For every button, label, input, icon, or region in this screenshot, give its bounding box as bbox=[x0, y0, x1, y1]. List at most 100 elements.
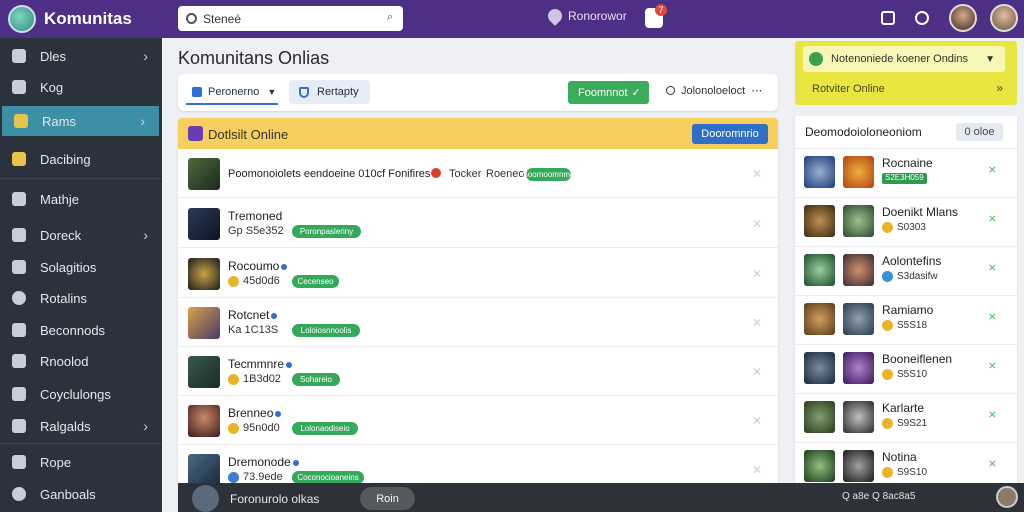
top-bar: Komunitas ⌕ Ronorowor 7 bbox=[0, 0, 1024, 38]
close-icon[interactable]: ⨯ bbox=[988, 212, 997, 225]
search-input[interactable] bbox=[203, 11, 373, 26]
more-options[interactable]: Jolonoloeloct ⋯ bbox=[666, 84, 762, 97]
friend-meta: S3dasifw bbox=[882, 271, 938, 282]
friends-filter-button[interactable]: 0 oloe bbox=[956, 123, 1003, 141]
filter-dropdown[interactable]: Peronerno ▼ bbox=[186, 81, 278, 105]
friend-name: Notina bbox=[882, 450, 917, 464]
close-icon[interactable]: ⨯ bbox=[988, 457, 997, 470]
close-icon[interactable]: ⨯ bbox=[752, 462, 762, 476]
friend-row[interactable]: Booneiflenen S5S10 ⨯ bbox=[795, 344, 1017, 392]
friend-row[interactable]: Karlarte S9S21 ⨯ bbox=[795, 393, 1017, 441]
sidebar-item-solagitios[interactable]: Solagitios bbox=[0, 252, 162, 282]
list-item[interactable]: Dremonode 73.9ede Coconocioaneins ⨯ bbox=[178, 445, 778, 488]
close-icon[interactable]: ⨯ bbox=[752, 166, 762, 180]
row-title: Poomonoiolets eendoeine 010cf Fonifires bbox=[228, 168, 431, 180]
close-icon[interactable]: ⨯ bbox=[988, 163, 997, 176]
window-icon[interactable] bbox=[881, 11, 895, 25]
current-user-avatar[interactable] bbox=[192, 485, 219, 512]
list-item[interactable]: Tecmmnre 1B3d02 Sohareio ⨯ bbox=[178, 347, 778, 396]
sidebar-item-rnoolod[interactable]: Rnoolod bbox=[0, 346, 162, 376]
friend-game-avatar bbox=[843, 352, 874, 384]
sidebar-item-coyclulongs[interactable]: Coyclulongs bbox=[0, 379, 162, 409]
add-button[interactable]: Foomnnot ✓ bbox=[568, 81, 649, 104]
join-button[interactable]: Roin bbox=[360, 487, 415, 510]
list-item[interactable]: Brenneo 95n0d0 Lolonaodiseio ⨯ bbox=[178, 396, 778, 445]
coin-icon bbox=[228, 373, 239, 385]
coin-icon bbox=[882, 271, 893, 282]
close-icon[interactable]: ⨯ bbox=[752, 315, 762, 329]
friends-title: Deomodoioloneoniom bbox=[805, 125, 922, 139]
friend-avatar bbox=[804, 205, 835, 237]
sidebar-item-dacibing[interactable]: Dacibing bbox=[0, 144, 162, 174]
sidebar-item-rams[interactable]: Rams › bbox=[2, 106, 159, 136]
list-header: Dotlsilt Online Dooromnrio bbox=[178, 118, 778, 149]
row-extra: Tocker bbox=[449, 168, 482, 180]
close-icon[interactable]: ⨯ bbox=[988, 408, 997, 421]
sidebar-item-dles[interactable]: Dles › bbox=[0, 41, 162, 71]
friend-game-avatar bbox=[843, 156, 874, 188]
close-icon[interactable]: ⨯ bbox=[988, 310, 997, 323]
list-item[interactable]: Poomonoiolets eendoeine 010cf Fonifires … bbox=[178, 149, 778, 198]
row-title: Rocoumo bbox=[228, 259, 288, 273]
friend-row[interactable]: Rocnaine S2E3H059 ⨯ bbox=[795, 148, 1017, 196]
close-icon[interactable]: ⨯ bbox=[752, 364, 762, 378]
chart-icon bbox=[12, 419, 26, 433]
row-meta: Ka 1C13S bbox=[228, 324, 279, 336]
friend-game-avatar bbox=[843, 450, 874, 482]
double-chevron-icon[interactable]: » bbox=[996, 81, 1003, 95]
friend-row[interactable]: Doenikt Mlans S0303 ⨯ bbox=[795, 197, 1017, 245]
coin-icon bbox=[228, 422, 239, 434]
filter-icon bbox=[192, 87, 202, 97]
sidebar-item-kog[interactable]: Kog bbox=[0, 72, 162, 102]
group-icon bbox=[188, 126, 203, 141]
profile-avatar[interactable] bbox=[990, 4, 1018, 32]
close-icon[interactable]: ⨯ bbox=[752, 216, 762, 230]
bottom-status-icons[interactable]: Q a8e Q 8ac8a5 bbox=[842, 491, 915, 502]
list-header-button[interactable]: Dooromnrio bbox=[692, 124, 768, 144]
chevron-right-icon: › bbox=[143, 48, 148, 64]
status-badge: Loloiosnnoolis bbox=[292, 324, 360, 337]
friend-game-avatar bbox=[843, 303, 874, 335]
location-selector[interactable]: Ronorowor bbox=[545, 6, 627, 26]
list-item[interactable]: Rocoumo 45d0d6 Cecenseo ⨯ bbox=[178, 249, 778, 298]
friend-name: Rocnaine bbox=[882, 156, 933, 170]
status-badge: Cecenseo bbox=[292, 275, 339, 288]
sidebar-item-rope[interactable]: Rope bbox=[0, 447, 162, 477]
sidebar-item-ralgalds[interactable]: Ralgalds › bbox=[0, 411, 162, 441]
friends-panel: Deomodoioloneoniom 0 oloe Rocnaine S2E3H… bbox=[795, 116, 1017, 512]
friend-name: Aolontefins bbox=[882, 254, 942, 268]
list-title: Dotlsilt Online bbox=[208, 127, 289, 142]
friend-row[interactable]: Ramiamo S5S18 ⨯ bbox=[795, 295, 1017, 343]
list-item[interactable]: Tremoned Gp S5e352 Poronpasleriny ⨯ bbox=[178, 199, 778, 248]
close-icon[interactable]: ⨯ bbox=[988, 359, 997, 372]
user-avatar[interactable] bbox=[949, 4, 977, 32]
bottom-bar: Foronurolo olkas Roin Q a8e Q 8ac8a5 bbox=[178, 483, 1024, 512]
online-dot bbox=[286, 361, 293, 368]
sidebar-item-rotalins[interactable]: Rotalins bbox=[0, 283, 162, 313]
search-icon bbox=[186, 13, 197, 24]
page-title: Komunitans Onlias bbox=[178, 48, 330, 68]
coin-icon bbox=[228, 471, 239, 483]
users-icon bbox=[12, 228, 26, 242]
sidebar-item-ganboals[interactable]: Ganboals bbox=[0, 479, 162, 509]
headset-icon[interactable] bbox=[915, 11, 929, 25]
sidebar-item-mathje[interactable]: Mathje bbox=[0, 184, 162, 214]
search-bar[interactable]: ⌕ bbox=[178, 6, 403, 31]
friend-avatar bbox=[804, 401, 835, 433]
sidebar-divider bbox=[0, 178, 162, 179]
alert-subtitle: Rotviter Online bbox=[812, 83, 885, 95]
online-list-panel: Dotlsilt Online Dooromnrio Poomonoiolets… bbox=[178, 118, 778, 488]
friend-row[interactable]: Aolontefins S3dasifw ⨯ bbox=[795, 246, 1017, 294]
close-icon[interactable]: ⨯ bbox=[752, 413, 762, 427]
close-icon[interactable]: ⨯ bbox=[988, 261, 997, 274]
report-button[interactable]: Rertapty bbox=[289, 80, 370, 104]
close-icon[interactable]: ⨯ bbox=[752, 266, 762, 280]
coin-icon bbox=[882, 467, 893, 478]
list-item[interactable]: Rotcnet Ka 1C13S Loloiosnnoolis ⨯ bbox=[178, 298, 778, 347]
app-logo[interactable] bbox=[8, 5, 36, 33]
profile-avatar[interactable] bbox=[996, 486, 1018, 508]
sidebar-item-doreck[interactable]: Doreck › bbox=[0, 220, 162, 250]
sidebar-item-beconnods[interactable]: Beconnods bbox=[0, 315, 162, 345]
search-clear-icon[interactable]: ⌕ bbox=[387, 11, 393, 24]
alert-dropdown[interactable]: Notenoniede koener Ondins ▼ bbox=[803, 46, 1005, 72]
